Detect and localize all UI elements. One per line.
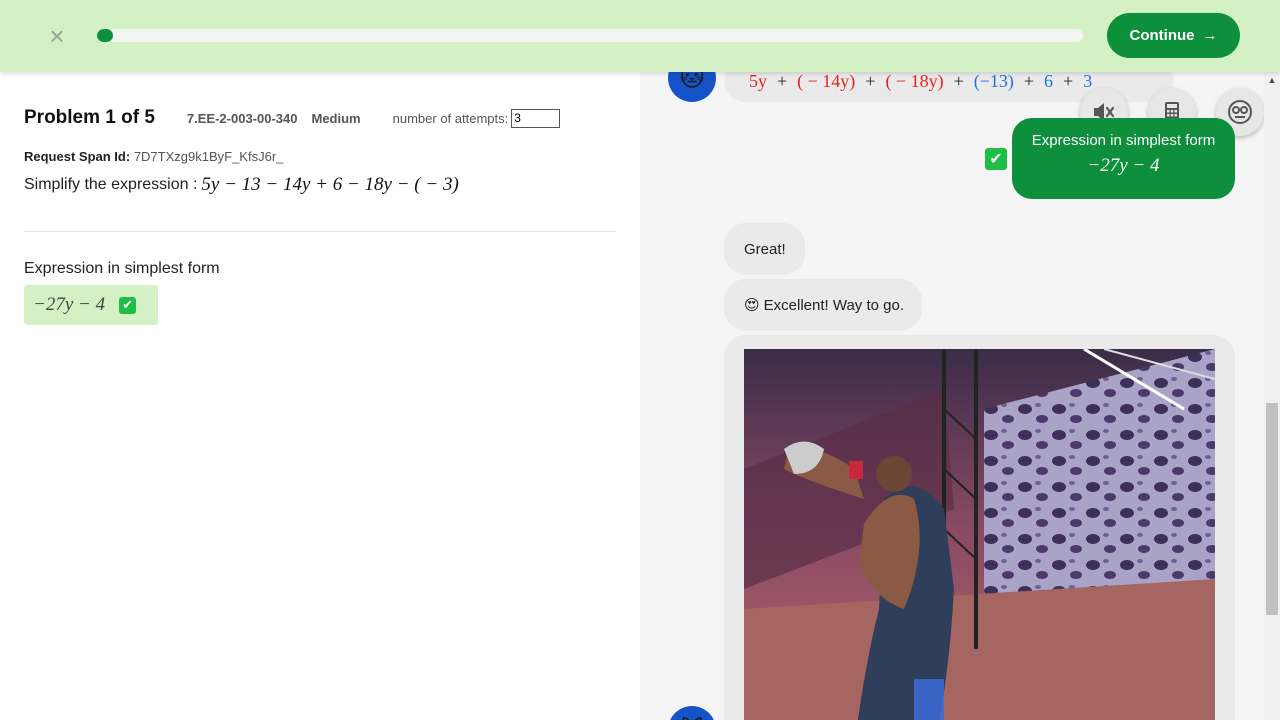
checkmark-icon: ✔ [119, 296, 137, 314]
expression-terms: 5y + ( − 14y) + ( − 18y) + (−13) +6 +3 [744, 72, 1097, 92]
problem-header: Problem 1 of 5 7.EE-2-003-00-340 Medium … [24, 105, 624, 131]
continue-button[interactable]: Continue → [1107, 13, 1240, 58]
expression-term: 6 [1044, 72, 1054, 91]
answer-value: −27y − 4 [33, 294, 106, 315]
heart-eyes-emoji-icon: 😍 [744, 297, 760, 314]
message-text: Great! [744, 240, 786, 258]
tutor-avatar-icon: 🐱 [668, 706, 716, 720]
attempts-input[interactable] [511, 108, 561, 128]
close-icon[interactable]: × [44, 22, 70, 50]
problem-panel: Problem 1 of 5 7.EE-2-003-00-340 Medium … [0, 72, 640, 720]
message-text: Excellent! Way to go. [763, 296, 904, 314]
request-span-id: Request Span Id: 7D7TXzg9k1ByF_KfsJ6r_ [24, 149, 283, 164]
scroll-up-arrow-icon[interactable]: ▲ [1264, 75, 1280, 89]
expression-term: 3 [1083, 72, 1093, 91]
answer-box: −27y − 4 ✔ [24, 285, 158, 325]
arrow-right-icon: → [1202, 27, 1218, 44]
attempts-label: number of attempts: [392, 110, 509, 126]
scrollbar-thumb[interactable] [1266, 403, 1278, 615]
expression-term: + [777, 72, 788, 91]
progress-bar [97, 29, 1083, 42]
user-answer-label: Expression in simplest form [1031, 132, 1216, 149]
expression-term: + [1063, 72, 1074, 91]
top-bar: × Continue → [0, 0, 1280, 72]
chat-scrollbar[interactable]: ▲ [1264, 72, 1280, 720]
expression-term: 5y [749, 72, 767, 91]
user-answer-value: −27y − 4 [1087, 155, 1160, 176]
question: Simplify the expression : 5y − 13 − 14y … [24, 174, 459, 196]
progress-bar-fill [97, 29, 113, 42]
gif-message-card [724, 335, 1235, 720]
problem-code: 7.EE-2-003-00-340 [186, 110, 298, 126]
question-expression: 5y − 13 − 14y + 6 − 18y − ( − 3) [201, 174, 459, 195]
answer-label: Expression in simplest form [24, 260, 220, 277]
expression-term: + [1023, 72, 1035, 91]
chat-panel: 🐱 5y + ( − 14y) + ( − 18y) + (−13) +6 +3 ✔ Expre… [640, 72, 1264, 720]
tutor-avatar-icon: 🐱 [668, 72, 716, 102]
span-id-label: Request Span Id: [24, 149, 131, 164]
tutor-message-excellent: 😍 Excellent! Way to go. [724, 279, 922, 331]
checkmark-icon: ✔ [985, 148, 1007, 170]
expression-term: + [953, 72, 964, 91]
span-id-value: 7D7TXzg9k1ByF_KfsJ6r_ [133, 149, 284, 164]
expression-term: ( − 18y) [885, 72, 944, 91]
problem-title: Problem 1 of 5 [24, 107, 155, 128]
celebration-gif [744, 349, 1215, 720]
expression-term: + [865, 72, 876, 91]
problem-difficulty: Medium [311, 110, 361, 126]
user-answer-bubble: Expression in simplest form −27y − 4 [1012, 118, 1235, 199]
expression-term: (−13) [973, 72, 1014, 91]
divider [24, 231, 616, 232]
tutor-message-great: Great! [724, 223, 805, 275]
question-prefix: Simplify the expression : [24, 176, 198, 193]
continue-button-label: Continue [1129, 27, 1195, 44]
expression-term: ( − 14y) [797, 72, 856, 91]
